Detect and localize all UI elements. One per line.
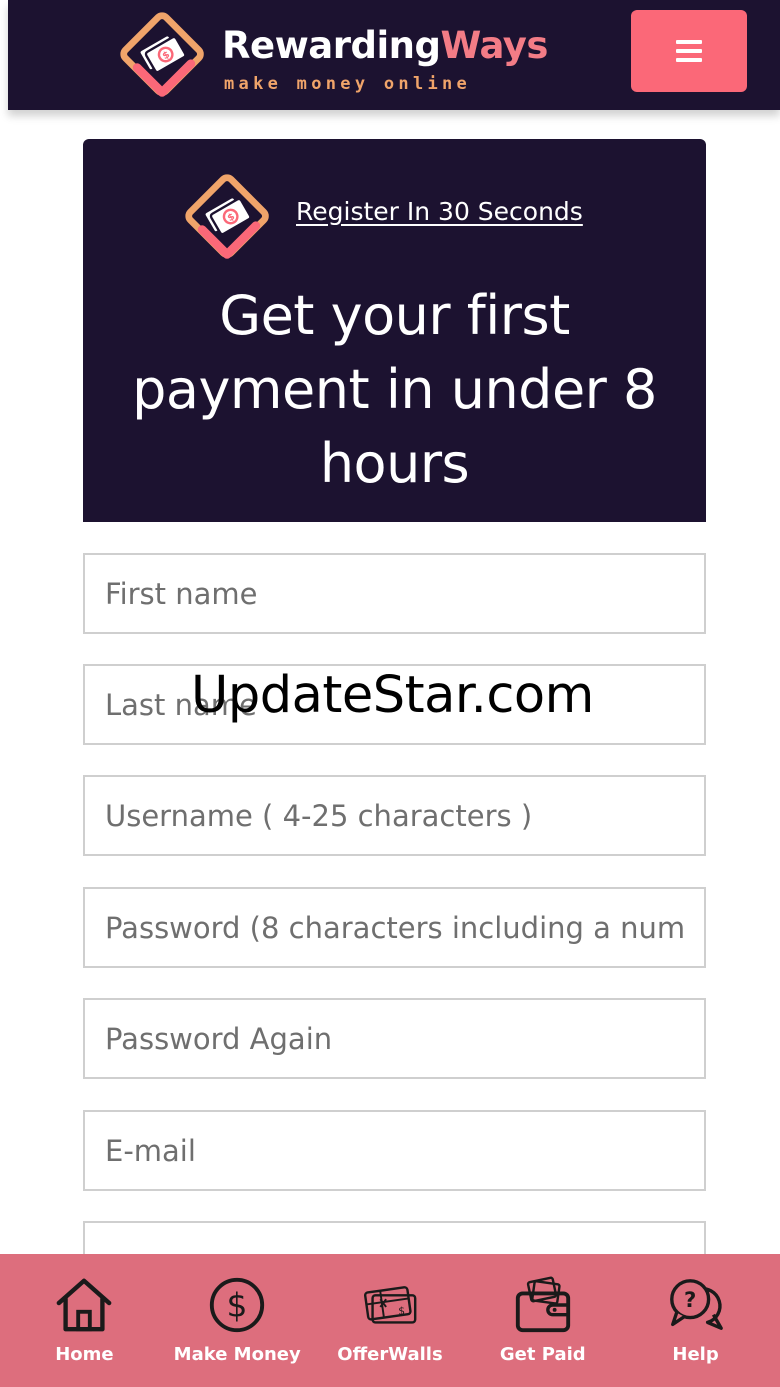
nav-home-label: Home bbox=[55, 1344, 114, 1365]
hero-title: Get your first payment in under 8 hours bbox=[132, 284, 657, 495]
password-field[interactable] bbox=[83, 887, 706, 968]
brand-logo[interactable]: RewardingWays make money online bbox=[116, 8, 548, 104]
svg-text:$: $ bbox=[227, 1286, 248, 1325]
nav-help-label: Help bbox=[672, 1344, 719, 1365]
hamburger-icon bbox=[676, 40, 702, 62]
menu-button[interactable] bbox=[631, 10, 747, 92]
top-header: RewardingWays make money online bbox=[8, 0, 780, 110]
nav-help[interactable]: ? Help bbox=[622, 1274, 770, 1365]
home-icon bbox=[57, 1278, 112, 1332]
brand-name-accent: Ways bbox=[440, 24, 548, 67]
gift-card-icon: $ bbox=[363, 1286, 417, 1324]
password-again-field[interactable] bbox=[83, 998, 706, 1079]
nav-offerwalls[interactable]: $ OfferWalls bbox=[316, 1274, 464, 1365]
email-field[interactable] bbox=[83, 1110, 706, 1191]
nav-get-paid-label: Get Paid bbox=[499, 1344, 586, 1365]
svg-text:?: ? bbox=[684, 1288, 696, 1313]
nav-offerwalls-label: OfferWalls bbox=[337, 1344, 443, 1365]
nav-get-paid[interactable]: Get Paid bbox=[469, 1274, 617, 1365]
wallet-icon bbox=[515, 1276, 570, 1333]
help-chat-icon: ? bbox=[669, 1279, 723, 1330]
nav-home[interactable]: Home bbox=[10, 1274, 158, 1365]
nav-make-money[interactable]: $ Make Money bbox=[163, 1274, 311, 1365]
first-name-field[interactable] bbox=[83, 553, 706, 634]
hero-banner: Register In 30 Seconds Get your first pa… bbox=[83, 139, 706, 522]
svg-text:$: $ bbox=[398, 1305, 405, 1318]
brand-name: RewardingWays bbox=[222, 24, 548, 67]
dollar-coin-icon: $ bbox=[210, 1277, 265, 1333]
username-field[interactable] bbox=[83, 775, 706, 856]
brand-name-main: Rewarding bbox=[222, 24, 441, 67]
nav-make-money-label: Make Money bbox=[173, 1344, 301, 1365]
money-logo-icon bbox=[181, 170, 277, 266]
brand-tagline: make money online bbox=[224, 74, 472, 94]
bottom-nav: Home $ Make Money $ OfferWalls Get Paid … bbox=[0, 1254, 780, 1387]
register-link[interactable]: Register In 30 Seconds bbox=[296, 197, 583, 226]
money-logo-icon bbox=[116, 8, 212, 104]
last-name-field[interactable] bbox=[83, 664, 706, 745]
